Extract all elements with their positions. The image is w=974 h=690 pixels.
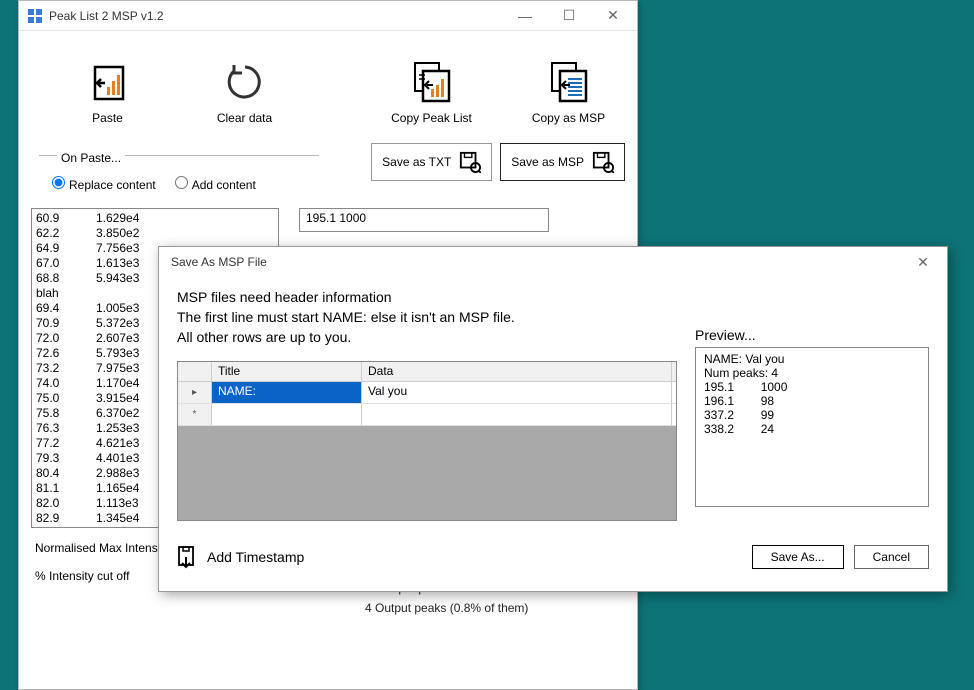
dialog-close-button[interactable]: ✕ bbox=[901, 248, 945, 276]
clear-label: Clear data bbox=[217, 111, 272, 125]
add-radio[interactable]: Add content bbox=[170, 173, 256, 192]
preview-label: Preview... bbox=[695, 327, 929, 343]
grid-col-data[interactable]: Data bbox=[362, 362, 672, 381]
cancel-button[interactable]: Cancel bbox=[854, 545, 929, 569]
main-titlebar: Peak List 2 MSP v1.2 — ☐ ✕ bbox=[19, 1, 637, 31]
minimize-button[interactable]: — bbox=[503, 2, 547, 30]
close-button[interactable]: ✕ bbox=[591, 2, 635, 30]
grid-row[interactable]: ▸NAME:Val you bbox=[178, 382, 676, 404]
paste-label: Paste bbox=[92, 111, 123, 125]
copy-msp-icon bbox=[548, 61, 590, 103]
copy-peaklist-label: Copy Peak List bbox=[391, 111, 472, 125]
main-title: Peak List 2 MSP v1.2 bbox=[49, 9, 503, 23]
paste-icon bbox=[87, 61, 129, 103]
copy-msp-button[interactable]: Copy as MSP bbox=[520, 61, 617, 125]
peak-row: 62.23.850e2 bbox=[36, 226, 274, 241]
timestamp-icon bbox=[177, 545, 197, 569]
save-msp-button[interactable]: Save as MSP bbox=[500, 143, 625, 181]
clear-button[interactable]: Clear data bbox=[196, 61, 293, 125]
header-grid[interactable]: Title Data ▸NAME:Val you* bbox=[177, 361, 677, 521]
paste-button[interactable]: Paste bbox=[59, 61, 156, 125]
on-paste-legend: On Paste... bbox=[57, 151, 125, 165]
preview-box: NAME: Val you Num peaks: 4 195.1 1000 19… bbox=[695, 347, 929, 507]
grid-col-title[interactable]: Title bbox=[212, 362, 362, 381]
dialog-title: Save As MSP File bbox=[167, 255, 901, 269]
add-timestamp-button[interactable]: Add Timestamp bbox=[177, 545, 304, 569]
save-as-button[interactable]: Save As... bbox=[752, 545, 844, 569]
peak-row: 60.91.629e4 bbox=[36, 211, 274, 226]
stat-line: 4 Output peaks (0.8% of them) bbox=[365, 598, 532, 618]
app-icon bbox=[27, 8, 43, 24]
copy-msp-label: Copy as MSP bbox=[532, 111, 605, 125]
toolbar: Paste Clear data Copy Peak List Copy as … bbox=[19, 31, 637, 135]
copy-peaklist-icon bbox=[411, 61, 453, 103]
save-txt-icon bbox=[459, 151, 481, 173]
dialog-titlebar: Save As MSP File ✕ bbox=[159, 247, 947, 277]
clear-icon bbox=[224, 61, 266, 103]
copy-peaklist-button[interactable]: Copy Peak List bbox=[383, 61, 480, 125]
save-txt-button[interactable]: Save as TXT bbox=[371, 143, 492, 181]
grid-new-row[interactable]: * bbox=[178, 404, 676, 426]
save-msp-icon bbox=[592, 151, 614, 173]
maximize-button[interactable]: ☐ bbox=[547, 2, 591, 30]
save-msp-dialog: Save As MSP File ✕ MSP files need header… bbox=[158, 246, 948, 592]
midrow: On Paste... Replace content Add content … bbox=[19, 135, 637, 208]
replace-radio[interactable]: Replace content bbox=[47, 173, 156, 192]
output-first-line[interactable]: 195.1 1000 bbox=[299, 208, 549, 232]
on-paste-group: On Paste... Replace content Add content bbox=[39, 145, 319, 200]
